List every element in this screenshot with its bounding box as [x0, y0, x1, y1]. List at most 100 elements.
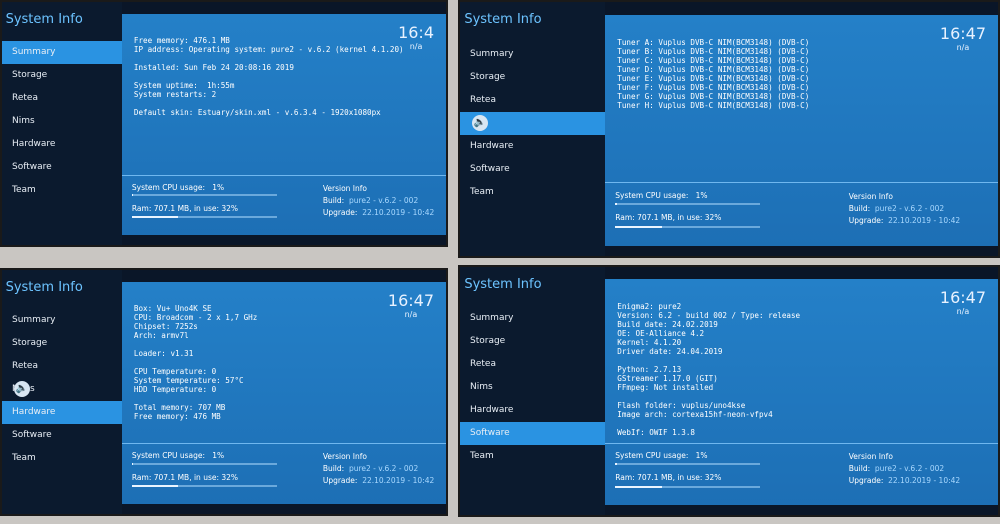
menu-item-storage[interactable]: Storage — [460, 66, 605, 89]
app-title: System Info — [464, 12, 542, 28]
info-line: FFmpeg: Not installed — [617, 382, 714, 392]
info-line: System uptime: 1h:55m — [133, 81, 235, 91]
menu-item-summary[interactable]: Summary — [2, 309, 122, 332]
info-text: Box: Vu+ Uno4K SE CPU: Broadcom - 2 x 1,7… — [134, 304, 257, 421]
menu-item-label: Hardware — [12, 407, 56, 418]
menu-item-hardware[interactable]: Hardware — [460, 135, 605, 158]
sidebar-menu: Summary Storage Retea Nims Hardware Software T… — [460, 307, 606, 468]
menu-item-hardware[interactable]: Hardware — [460, 399, 605, 422]
menu-item-summary[interactable]: Summary — [2, 40, 122, 64]
info-line: Tuner E: Vuplus DVB-C NIM(BCM3148) (DVB-… — [617, 73, 810, 83]
menu-item-software[interactable]: Software — [2, 156, 122, 179]
menu-item-nims[interactable]: 🔈Nims — [2, 378, 122, 401]
menu-item-label: Software — [12, 161, 52, 172]
status-footer: System CPU usage: 1% Ram: 707.1 MB, in u… — [121, 443, 446, 504]
info-line: System temperature: 57°C — [133, 376, 244, 386]
menu-item-label: Software — [470, 163, 510, 174]
menu-item-storage[interactable]: Storage — [2, 332, 122, 355]
info-line: WebIf: OWIF 1.3.8 — [617, 427, 695, 437]
version-info: Version Info Build: pure2 - v.6.2 - 002 … — [322, 183, 435, 217]
menu-item-label: Retea — [470, 358, 496, 369]
cpu-usage: System CPU usage: 1% — [615, 190, 708, 200]
menu-item-team[interactable]: Team — [460, 181, 605, 204]
info-line — [134, 394, 257, 403]
menu-item-hardware[interactable]: Hardware — [2, 133, 122, 156]
clock-sub: n/a — [956, 42, 970, 52]
info-line — [134, 340, 257, 349]
clock-time: 16:47 — [939, 288, 986, 308]
menu-item-team[interactable]: Team — [2, 447, 122, 470]
info-line — [617, 392, 800, 401]
menu-item-label: Retea — [12, 361, 38, 372]
app-title: System Info — [5, 11, 83, 27]
ram-bar — [131, 216, 277, 219]
menu-item-label: Team — [12, 453, 36, 464]
info-line: Tuner D: Vuplus DVB-C NIM(BCM3148) (DVB-… — [617, 64, 810, 74]
menu-item-label: Team — [12, 184, 36, 195]
menu-item-summary[interactable]: Summary — [460, 307, 605, 330]
system-info-screen: System Info Summary Storage Retea 🔈Nims Hard… — [0, 268, 448, 516]
info-line: Enigma2: pure2 — [617, 301, 682, 311]
info-line: Flash folder: vuplus/uno4kse — [617, 400, 746, 410]
info-line: Kernel: 4.1.20 — [617, 337, 682, 347]
info-line — [134, 358, 257, 367]
info-line: Total memory: 707 MB — [133, 403, 226, 413]
info-line: Python: 2.7.13 — [617, 364, 682, 374]
clock-time: 16:47 — [387, 291, 434, 311]
menu-item-label: Software — [470, 427, 510, 438]
menu-item-software[interactable]: Software — [2, 424, 122, 447]
menu-item-retea[interactable]: Retea — [2, 87, 122, 110]
info-line: Installed: Sun Feb 24 20:08:16 2019 — [133, 63, 294, 73]
menu-item-retea[interactable]: Retea — [460, 89, 605, 112]
clock-sub: n/a — [956, 307, 970, 317]
menu-item-label: Storage — [470, 335, 506, 346]
clock: 16:47 n/a — [940, 288, 986, 316]
menu-item-nims[interactable]: Nims — [2, 110, 122, 133]
ram-bar — [131, 485, 277, 488]
info-line: Version: 6.2 - build 002 / Type: release — [617, 310, 801, 320]
mouse-cursor-icon: 🔈 — [472, 114, 488, 131]
menu-item-retea[interactable]: Retea — [460, 353, 605, 376]
menu-item-label: Storage — [470, 71, 506, 82]
cpu-bar — [131, 462, 277, 465]
menu-item-nims[interactable]: 🔈Nims — [460, 111, 606, 135]
sidebar-menu: Summary Storage Retea Nims Hardware Software T… — [2, 40, 122, 202]
system-info-screen: System Info Summary Storage Retea 🔈Nims Hard… — [458, 0, 1000, 258]
menu-item-label: Summary — [12, 315, 56, 326]
info-line: Free memory: 476.1 MB — [133, 36, 230, 46]
system-info-screen: System Info Summary Storage Retea Nims Hardw… — [458, 265, 1000, 517]
menu-item-team[interactable]: Team — [460, 445, 605, 468]
mouse-cursor-icon: 🔈 — [14, 381, 30, 398]
info-line: Chipset: 7252s — [133, 322, 198, 332]
info-line: CPU: Broadcom - 2 x 1,7 GHz — [133, 313, 258, 323]
status-footer: System CPU usage: 1% Ram: 707.1 MB, in u… — [605, 182, 998, 245]
menu-item-summary[interactable]: Summary — [460, 43, 605, 66]
ram-bar — [615, 225, 761, 228]
sidebar-menu: Summary Storage Retea 🔈Nims Hardware Software… — [2, 309, 122, 470]
menu-item-label: Team — [470, 186, 494, 197]
info-line: OE: OE-Alliance 4.2 — [617, 328, 705, 338]
info-line: CPU Temperature: 0 — [133, 367, 217, 377]
menu-item-storage[interactable]: Storage — [460, 330, 605, 353]
menu-item-team[interactable]: Team — [2, 179, 122, 202]
menu-item-nims[interactable]: Nims — [460, 376, 605, 399]
info-line: Loader: v1.31 — [133, 349, 194, 359]
menu-item-hardware[interactable]: Hardware — [2, 401, 122, 425]
info-line: Arch: armv7l — [133, 331, 189, 341]
sidebar-menu: Summary Storage Retea 🔈Nims Hardware Software… — [460, 43, 606, 204]
menu-item-label: Retea — [12, 92, 38, 103]
info-panel: 16:47 n/a Box: Vu+ Uno4K SE CPU: Broadcom … — [121, 282, 446, 505]
menu-item-retea[interactable]: Retea — [2, 355, 122, 378]
menu-item-software[interactable]: Software — [460, 158, 605, 181]
info-line: Tuner B: Vuplus DVB-C NIM(BCM3148) (DVB-… — [617, 46, 810, 56]
ram-bar — [615, 485, 761, 488]
info-line — [134, 54, 404, 63]
sidebar: System Info Summary Storage Retea Nims Hardw… — [460, 267, 606, 515]
info-line: HDD Temperature: 0 — [133, 385, 217, 395]
menu-item-label: Summary — [470, 48, 514, 59]
info-line: Box: Vu+ Uno4K SE — [133, 304, 212, 314]
menu-item-software[interactable]: Software — [460, 421, 606, 445]
info-line — [134, 99, 404, 108]
menu-item-storage[interactable]: Storage — [2, 64, 122, 87]
version-info: Version Info Build: pure2 - v.6.2 - 002 … — [848, 191, 961, 225]
